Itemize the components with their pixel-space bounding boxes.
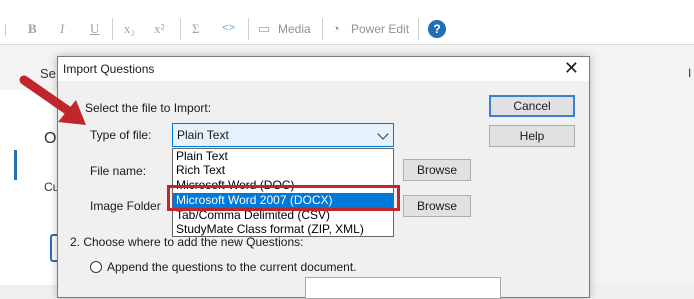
annotation-arrow-icon [19, 75, 86, 125]
